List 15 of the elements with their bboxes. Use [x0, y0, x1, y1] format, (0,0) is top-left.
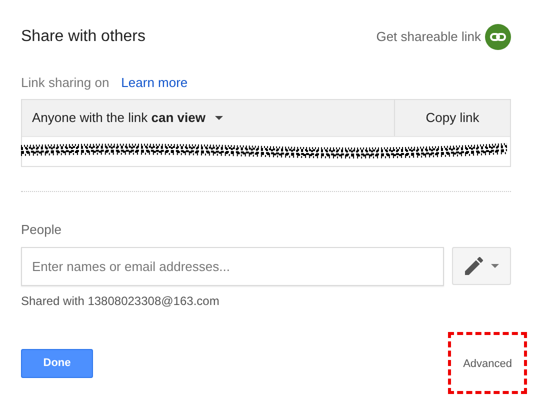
copy-link-button[interactable]: Copy link — [395, 100, 510, 136]
edit-permission-button[interactable] — [452, 247, 511, 285]
pencil-icon — [464, 257, 482, 275]
advanced-link[interactable]: Advanced — [463, 358, 512, 370]
caret-icon — [490, 264, 498, 268]
learn-more-link[interactable]: Learn more — [121, 73, 188, 92]
dialog-title: Share with others — [21, 27, 146, 47]
people-label: People — [21, 220, 62, 239]
access-dropdown[interactable]: Anyone with the link can view — [22, 100, 395, 136]
shared-with-text: Shared with 13808023308@163.com — [21, 293, 220, 310]
get-link[interactable]: Get shareable link — [376, 27, 481, 47]
caret-icon — [215, 116, 224, 120]
people-input-field[interactable]: Enter names or email addresses... — [21, 247, 444, 286]
link-sharing-status: Link sharing on — [21, 74, 110, 92]
link-icon[interactable] — [485, 24, 511, 50]
